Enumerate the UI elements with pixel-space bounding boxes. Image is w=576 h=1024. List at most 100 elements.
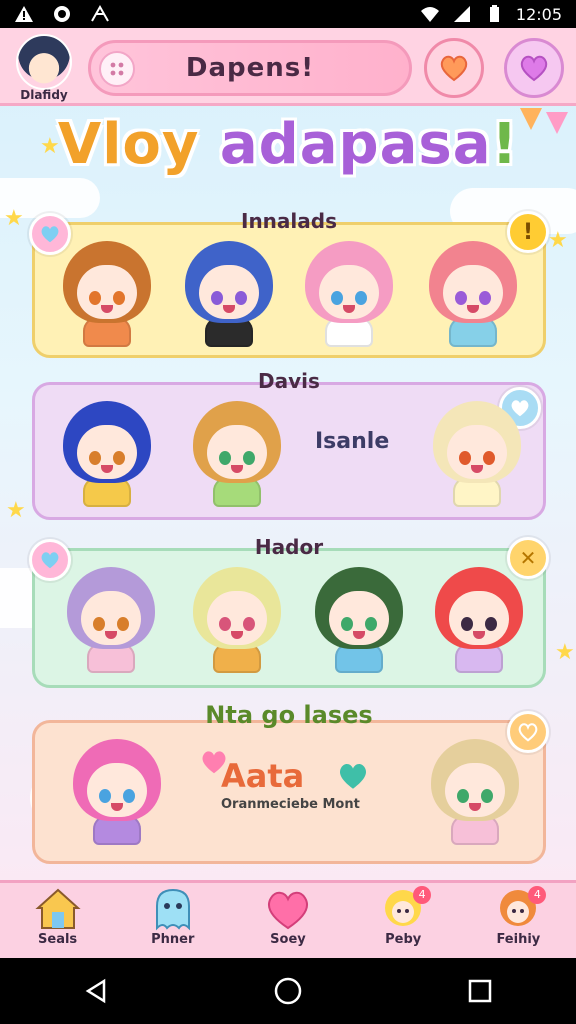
character-feature: [117, 617, 129, 631]
heading-part3: !: [491, 112, 519, 177]
character-avatar[interactable]: [307, 565, 411, 673]
character-feature: [473, 631, 485, 639]
character-feature: [353, 631, 365, 639]
character-avatar[interactable]: [423, 737, 527, 845]
character-avatar[interactable]: [421, 239, 525, 347]
character-feature: [483, 451, 495, 465]
heading-part2: adapasa: [219, 112, 492, 177]
character-feature: [481, 789, 493, 803]
profile-button[interactable]: Dlafidy: [12, 34, 76, 106]
ghost-icon: [155, 888, 190, 930]
dots-icon: [110, 62, 124, 76]
group-panel-2[interactable]: Davis Isanle: [32, 369, 546, 520]
character-feature: [101, 305, 113, 313]
character-avatar[interactable]: [425, 399, 529, 507]
purple-heart-icon: [520, 55, 548, 82]
group-panel-3[interactable]: Hador ✕: [29, 535, 549, 688]
character-feature: [479, 291, 491, 305]
system-nav-bar: [0, 958, 576, 1024]
character-face: [87, 763, 147, 817]
avatar: [16, 34, 72, 90]
group-panel-4[interactable]: Nta go lases Aata Oranmeciebe Mont: [32, 701, 549, 864]
character-feature: [123, 789, 135, 803]
character-avatar[interactable]: [185, 399, 289, 507]
character-feature: [89, 451, 101, 465]
group-title: Aata: [221, 757, 305, 795]
character-face: [81, 591, 141, 645]
title-pill: Dapens!: [88, 40, 412, 96]
character-row: [35, 239, 543, 357]
home-button[interactable]: [258, 961, 318, 1021]
home-icon: [274, 977, 302, 1005]
character-feature: [469, 803, 481, 811]
character-row: [35, 737, 543, 855]
character-face: [207, 591, 267, 645]
back-button[interactable]: [66, 961, 126, 1021]
back-icon: [85, 978, 106, 1004]
character-feature: [105, 631, 117, 639]
star-icon: ★: [555, 640, 575, 665]
character-feature: [343, 305, 355, 313]
character-face: [449, 591, 509, 645]
heart-icon: [339, 764, 367, 789]
tab-phner[interactable]: Phner: [127, 884, 219, 958]
character-feature: [485, 617, 497, 631]
character-avatar[interactable]: [55, 239, 159, 347]
character-feature: [461, 617, 473, 631]
character-face: [329, 591, 389, 645]
character-avatar[interactable]: [55, 399, 159, 507]
character-feature: [341, 617, 353, 631]
character-feature: [89, 291, 101, 305]
star-icon: ★: [6, 498, 26, 523]
character-row: [35, 565, 543, 683]
character-face: [199, 265, 259, 319]
tab-peby[interactable]: Peby 4: [357, 884, 449, 958]
alert-icon: [15, 6, 33, 22]
character-feature: [111, 803, 123, 811]
character-feature: [93, 617, 105, 631]
group-subtitle: Oranmeciebe Mont: [221, 797, 360, 812]
cell-signal-icon: [453, 6, 470, 22]
character-face: [77, 265, 137, 319]
character-feature: [99, 789, 111, 803]
notification-badge: 4: [413, 885, 432, 904]
character-feature: [223, 305, 235, 313]
character-face: [443, 265, 503, 319]
status-bar: 12:05: [0, 0, 576, 28]
tab-seals[interactable]: Seals: [12, 884, 104, 958]
character-name-label: Isanle: [315, 429, 390, 454]
character-face: [445, 763, 505, 817]
character-avatar[interactable]: [185, 565, 289, 673]
character-feature: [113, 451, 125, 465]
character-avatar[interactable]: [59, 565, 163, 673]
sync-icon: [54, 6, 70, 22]
signal-icon: [91, 5, 109, 22]
character-avatar[interactable]: [177, 239, 281, 347]
star-icon: ★: [548, 228, 568, 253]
character-feature: [235, 291, 247, 305]
character-feature: [467, 305, 479, 313]
menu-button[interactable]: [99, 51, 135, 87]
panel-title: Hador: [254, 535, 324, 559]
clock: 12:05: [515, 4, 562, 24]
recents-icon: [468, 979, 492, 1003]
favorites-button[interactable]: [424, 38, 484, 98]
character-avatar[interactable]: [65, 737, 169, 845]
page-heading: Vloy adapasa!: [0, 112, 576, 177]
character-feature: [219, 617, 231, 631]
wifi-icon: [420, 7, 439, 22]
heading-part1: Vloy: [57, 112, 220, 177]
tab-feihiy[interactable]: Feihiy 4: [472, 884, 564, 958]
character-face: [447, 425, 507, 479]
character-avatar[interactable]: [427, 565, 531, 673]
character-avatar[interactable]: [297, 239, 401, 347]
group-panel-1[interactable]: Innalads !: [29, 209, 549, 358]
star-icon: ★: [4, 206, 24, 231]
tab-soey[interactable]: Soey: [242, 884, 334, 958]
character-feature: [219, 451, 231, 465]
character-face: [319, 265, 379, 319]
profile-label: Dlafidy: [20, 88, 68, 102]
likes-button[interactable]: [504, 38, 564, 98]
character-feature: [101, 465, 113, 473]
recents-button[interactable]: [450, 961, 510, 1021]
